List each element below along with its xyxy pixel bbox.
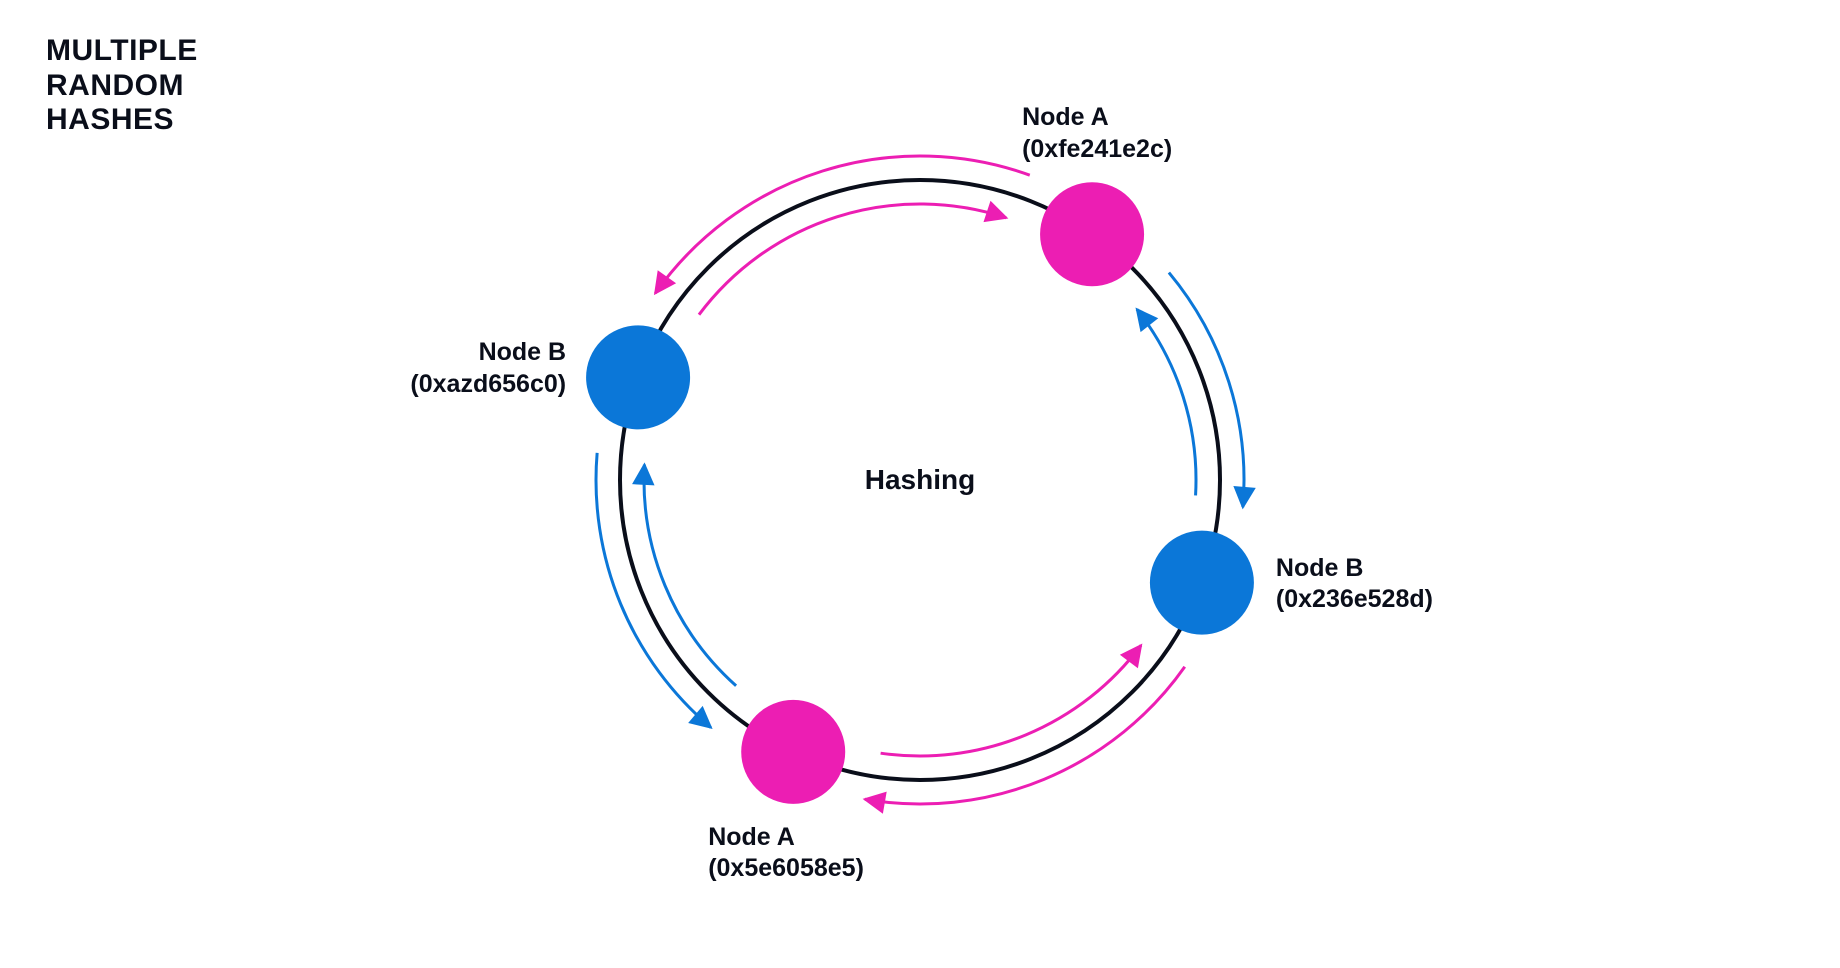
arc-arrow bbox=[881, 645, 1141, 756]
node-b-left-label: Node B(0xazd656c0) bbox=[386, 337, 566, 400]
arc-arrow bbox=[699, 204, 1006, 315]
node-hash: (0xazd656c0) bbox=[386, 369, 566, 400]
node-a-bottom-label: Node A(0x5e6058e5) bbox=[708, 822, 864, 885]
node-a-bottom bbox=[741, 700, 845, 804]
node-hash: (0x5e6058e5) bbox=[708, 853, 864, 884]
node-name: Node A bbox=[708, 822, 864, 853]
center-label: Hashing bbox=[865, 464, 975, 496]
node-a-top-label: Node A(0xfe241e2c) bbox=[1022, 102, 1172, 165]
node-a-top bbox=[1040, 182, 1144, 286]
node-name: Node B bbox=[386, 337, 566, 368]
node-name: Node B bbox=[1276, 553, 1433, 584]
node-b-right-label: Node B(0x236e528d) bbox=[1276, 553, 1433, 616]
arc-arrow bbox=[655, 156, 1030, 293]
node-name: Node A bbox=[1022, 102, 1172, 133]
node-hash: (0x236e528d) bbox=[1276, 584, 1433, 615]
arc-arrow bbox=[596, 453, 711, 728]
arc-arrow bbox=[644, 465, 736, 686]
node-b-right bbox=[1150, 531, 1254, 635]
node-hash: (0xfe241e2c) bbox=[1022, 134, 1172, 165]
node-b-left bbox=[586, 325, 690, 429]
arc-arrow bbox=[1137, 309, 1196, 495]
